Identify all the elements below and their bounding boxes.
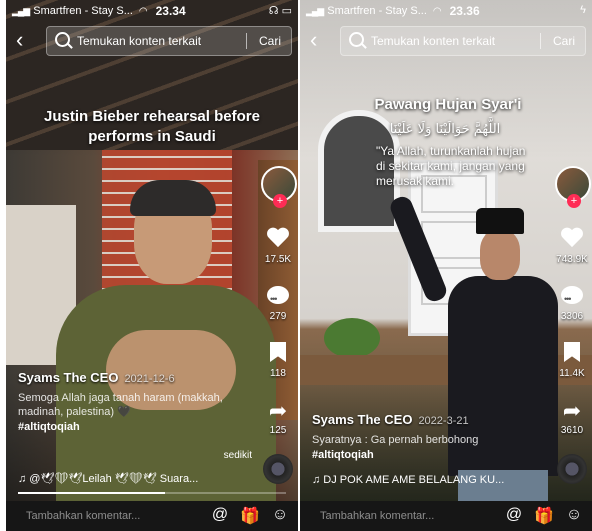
emoji-icon[interactable]: ☺	[270, 506, 290, 526]
like-count: 17.5K	[264, 254, 292, 265]
share-icon[interactable]: ➦	[269, 399, 287, 423]
comment-icon[interactable]	[561, 286, 583, 311]
clock-text: 23.36	[449, 4, 480, 18]
bookmark-icon[interactable]	[270, 342, 286, 362]
wifi-icon: ◠	[432, 5, 442, 17]
status-bar: ▂▄▆ Smartfren - Stay S... ◠ 23.34 ☊ ▭	[6, 0, 298, 22]
plant-image	[324, 318, 380, 358]
search-icon	[349, 32, 364, 47]
bookmark-count: 118	[270, 368, 286, 379]
back-icon[interactable]: ‹	[310, 28, 317, 52]
post-info: Syams The CEO 2022-3-21 Syaratnya : Ga pe…	[312, 412, 552, 461]
hashtag-link[interactable]: #altiqtoqiah	[312, 449, 552, 461]
search-icon	[55, 32, 70, 47]
music-disc-icon[interactable]	[263, 454, 293, 484]
music-disc-icon[interactable]	[557, 454, 587, 484]
search-input[interactable]: Temukan konten terkait Cari	[340, 26, 586, 56]
video-progress-bar[interactable]	[18, 492, 286, 494]
follow-plus-icon[interactable]: +	[567, 194, 581, 208]
follow-plus-icon[interactable]: +	[273, 194, 287, 208]
author-name[interactable]: Syams The CEO	[18, 370, 118, 385]
carrier-text: Smartfren - Stay S...	[33, 5, 133, 17]
bookmark-icon[interactable]	[564, 342, 580, 362]
author-name[interactable]: Syams The CEO	[312, 412, 412, 427]
author-row: Syams The CEO 2022-3-21	[312, 412, 552, 427]
video-caption-title: Pawang Hujan Syar'i	[374, 96, 522, 113]
see-less-link[interactable]: sedikit	[224, 450, 252, 461]
avatar[interactable]: +	[261, 166, 297, 208]
gift-icon[interactable]: 🎁	[240, 506, 260, 526]
music-label[interactable]: ♫ @🕊❤🕊Leilah 🕊❤🕊 Suara...	[18, 472, 228, 485]
post-description: Syaratnya : Ga pernah berbohong	[312, 434, 479, 446]
signal-icon: ▂▄▆	[12, 5, 30, 16]
bookmark-count: 11.4K	[559, 368, 585, 379]
comment-input[interactable]: Tambahkan komentar...	[320, 510, 434, 522]
author-row: Syams The CEO 2021-12-6	[18, 370, 258, 385]
signal-icon: ▂▄▆	[306, 5, 324, 16]
video-caption-body: "Ya Allah, turunkanlah hujan di sekitar …	[376, 144, 526, 188]
like-count: 743.9K	[556, 254, 588, 265]
search-placeholder: Temukan konten terkait	[371, 34, 496, 48]
back-icon[interactable]: ‹	[16, 28, 23, 52]
like-icon[interactable]	[267, 228, 289, 248]
search-button[interactable]: Cari	[259, 34, 281, 48]
search-placeholder: Temukan konten terkait	[77, 34, 202, 48]
like-icon[interactable]	[561, 228, 583, 248]
search-input[interactable]: Temukan konten terkait Cari	[46, 26, 292, 56]
share-count: 3610	[560, 425, 584, 436]
action-column: + 17.5K 279 118 ➦ 125	[260, 166, 297, 484]
video-screen-right[interactable]: ▂▄▆ Smartfren - Stay S... ◠ 23.36 ϟ ‹ Te…	[300, 0, 592, 531]
avatar[interactable]: +	[555, 166, 591, 208]
video-caption: Justin Bieber rehearsal before performs …	[44, 108, 260, 145]
action-column: + 743.9K 3306 11.4K ➦ 3610	[554, 166, 591, 484]
post-info: Syams The CEO 2021-12-6 Semoga Allah jaga…	[18, 370, 258, 433]
video-caption-arabic: اللَّهُمَّ حَوَالَيْنَا وَلَا عَلَيْنَا	[389, 122, 501, 137]
wifi-icon: ◠	[138, 5, 148, 17]
battery-icon: ☊ ▭	[268, 5, 292, 17]
mention-icon[interactable]: @	[504, 506, 524, 526]
gift-icon[interactable]: 🎁	[534, 506, 554, 526]
comment-icon[interactable]	[267, 286, 289, 311]
mention-icon[interactable]: @	[210, 506, 230, 526]
clock-text: 23.34	[155, 4, 186, 18]
carrier-text: Smartfren - Stay S...	[327, 5, 427, 17]
emoji-icon[interactable]: ☺	[564, 506, 584, 526]
comment-count: 279	[269, 311, 287, 322]
progress-fill	[18, 492, 166, 494]
share-count: 125	[269, 425, 287, 436]
comment-input[interactable]: Tambahkan komentar...	[26, 510, 140, 522]
post-description: Semoga Allah jaga tanah haram (makkah, m…	[18, 392, 223, 418]
hashtag-link[interactable]: #altiqtoqiah	[18, 421, 258, 433]
status-bar: ▂▄▆ Smartfren - Stay S... ◠ 23.36 ϟ	[300, 0, 592, 22]
battery-icon: ϟ	[580, 4, 586, 16]
video-screen-left[interactable]: ▂▄▆ Smartfren - Stay S... ◠ 23.34 ☊ ▭ ‹ …	[6, 0, 298, 531]
comment-bar: Tambahkan komentar... @ 🎁 ☺	[300, 501, 592, 531]
search-row: ‹ Temukan konten terkait Cari	[300, 26, 592, 56]
share-icon[interactable]: ➦	[563, 399, 581, 423]
divider	[246, 33, 247, 49]
search-button[interactable]: Cari	[553, 34, 575, 48]
music-label[interactable]: ♫ DJ POK AME AME BELALANG KU...	[312, 474, 522, 486]
comment-count: 3306	[560, 311, 584, 322]
divider	[540, 33, 541, 49]
post-date: 2021-12-6	[124, 373, 175, 385]
search-row: ‹ Temukan konten terkait Cari	[6, 26, 298, 56]
post-date: 2022-3-21	[418, 415, 469, 427]
comment-bar: Tambahkan komentar... @ 🎁 ☺	[6, 501, 298, 531]
